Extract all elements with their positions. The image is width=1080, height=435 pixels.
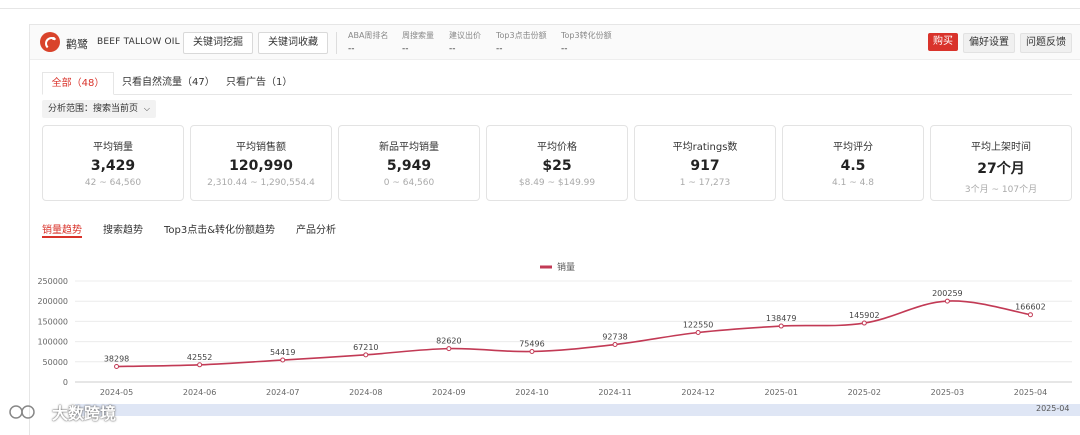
- feedback-button[interactable]: 问题反馈: [1020, 33, 1072, 53]
- watermark-text: 大数跨境: [52, 404, 117, 423]
- data-label: 166602: [1015, 303, 1046, 312]
- stat-card-avg-price: 平均价格 $25 $8.49 ~ $149.99: [486, 125, 628, 201]
- chevron-down-icon: ⌵: [143, 104, 150, 113]
- header-divider: [336, 32, 337, 54]
- tab-top3-share-trend[interactable]: Top3点击&转化份额趋势: [164, 221, 275, 236]
- data-label: 54419: [270, 348, 295, 357]
- data-label: 92738: [602, 333, 627, 342]
- metric-suggested-bid: 建议出价 --: [449, 31, 481, 54]
- data-label: 82620: [436, 337, 461, 346]
- tab-product-analysis[interactable]: 产品分析: [296, 221, 336, 236]
- scope-value: 搜索当前页: [93, 104, 139, 114]
- traffic-filter-tabs: 全部（48） 只看自然流量（47） 只看广告（1）: [42, 72, 1072, 95]
- stat-card-avg-listing-age: 平均上架时间 27个月 3个月 ~ 107个月: [930, 125, 1072, 201]
- data-point: [114, 364, 120, 370]
- data-label: 200259: [932, 289, 963, 298]
- metric-top3-conversion-share: Top3转化份额 --: [561, 31, 612, 54]
- sales-trend-chart: 0 50000 100000 150000 200000 250000 2024-05 20…: [37, 261, 1080, 416]
- keyword-header: 鹳鹭 BEEF TALLOW OIL 关键词挖掘 关键词收藏 ABA周排名 -- …: [30, 25, 1080, 60]
- y-tick-label: 0: [63, 378, 68, 387]
- keyword-favorites-button[interactable]: 关键词收藏: [258, 32, 328, 54]
- data-label: 42552: [187, 353, 212, 362]
- x-tick-label: 2024-09: [432, 388, 465, 397]
- preferences-button[interactable]: 偏好设置: [963, 33, 1015, 53]
- data-point: [280, 357, 286, 363]
- data-label: 138479: [766, 314, 797, 323]
- brand-logo-icon: [40, 32, 60, 52]
- y-tick-label: 50000: [43, 358, 68, 367]
- zoom-end-label: 2025-04: [1036, 404, 1069, 413]
- x-tick-label: 2025-03: [931, 388, 964, 397]
- data-point: [861, 320, 867, 326]
- stat-card-avg-sales: 平均销量 3,429 42 ~ 64,560: [42, 125, 184, 201]
- tab-all[interactable]: 全部（48）: [42, 72, 114, 95]
- watermark-logo-icon: [9, 405, 35, 419]
- data-point: [529, 348, 535, 354]
- chart-legend[interactable]: 销量: [540, 261, 575, 273]
- series-line-sales: [116, 300, 1031, 368]
- x-tick-label: 2024-07: [266, 388, 299, 397]
- tab-ads-only[interactable]: 只看广告（1）: [226, 72, 292, 93]
- data-point: [944, 298, 950, 304]
- data-point: [363, 352, 369, 358]
- data-point: [1027, 312, 1033, 318]
- metric-top3-click-share: Top3点击份额 --: [496, 31, 547, 54]
- x-tick-label: 2024-11: [598, 388, 631, 397]
- x-tick-label: 2024-10: [515, 388, 548, 397]
- stat-card-avg-revenue: 平均销售额 120,990 2,310.44 ~ 1,290,554.4: [190, 125, 332, 201]
- buy-button[interactable]: 购买: [928, 33, 958, 51]
- x-tick-label: 2025-02: [848, 388, 881, 397]
- stat-card-avg-score: 平均评分 4.5 4.1 ~ 4.8: [782, 125, 924, 201]
- y-tick-label: 150000: [37, 317, 68, 326]
- data-point: [778, 323, 784, 329]
- y-tick-label: 250000: [37, 277, 68, 286]
- y-tick-label: 100000: [37, 338, 68, 347]
- tab-sales-trend[interactable]: 销量趋势: [42, 221, 82, 236]
- data-label: 122550: [683, 320, 714, 329]
- tab-organic-only[interactable]: 只看自然流量（47）: [122, 72, 215, 93]
- data-label: 67210: [353, 343, 378, 352]
- x-tick-label: 2024-08: [349, 388, 382, 397]
- top-divider: [0, 0, 1080, 9]
- data-label: 38298: [104, 355, 129, 364]
- data-label: 75496: [519, 339, 544, 348]
- stat-card-new-product-sales: 新品平均销量 5,949 0 ~ 64,560: [338, 125, 480, 201]
- metric-aba-rank: ABA周排名 --: [348, 31, 389, 54]
- zoom-slider-track[interactable]: [75, 404, 1080, 416]
- stat-card-avg-ratings: 平均ratings数 917 1 ~ 17,273: [634, 125, 776, 201]
- keyword-title: BEEF TALLOW OIL: [97, 37, 180, 47]
- scope-label: 分析范围：: [48, 104, 94, 114]
- keyword-mining-button[interactable]: 关键词挖掘: [183, 32, 253, 54]
- x-tick-label: 2024-06: [183, 388, 216, 397]
- chart-grid: [75, 280, 1072, 383]
- x-tick-label: 2024-12: [681, 388, 714, 397]
- data-point: [612, 342, 618, 348]
- tab-search-trend[interactable]: 搜索趋势: [103, 221, 143, 236]
- data-point: [446, 346, 452, 352]
- data-point: [197, 362, 203, 368]
- legend-label: 销量: [557, 261, 575, 273]
- active-tab-underline: [42, 236, 82, 238]
- x-tick-label: 2024-05: [100, 388, 133, 397]
- y-tick-label: 200000: [37, 297, 68, 306]
- analysis-scope-dropdown[interactable]: 分析范围：搜索当前页 ⌵: [42, 100, 156, 118]
- data-point: [695, 329, 701, 335]
- data-label: 145902: [849, 311, 880, 320]
- x-tick-label: 2025-01: [764, 388, 797, 397]
- brand-name: 鹳鹭: [66, 38, 88, 51]
- x-tick-label: 2025-04: [1014, 388, 1047, 397]
- metric-weekly-search: 周搜索量 --: [402, 31, 434, 54]
